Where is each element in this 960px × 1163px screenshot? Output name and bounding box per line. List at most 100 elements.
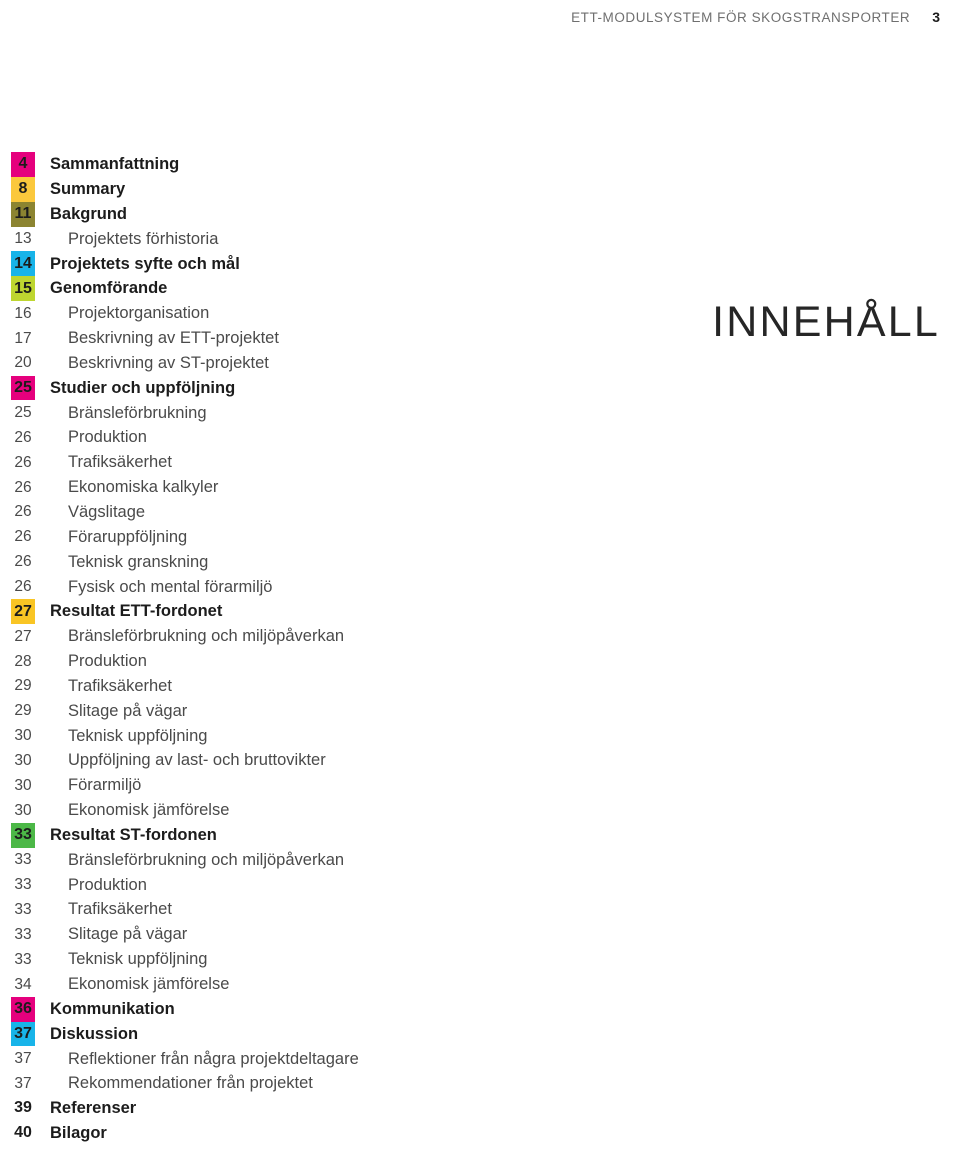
toc-entry-page-badge: 27: [0, 599, 46, 625]
toc-entry-page-number: 37: [14, 1074, 32, 1092]
toc-entry[interactable]: 29 Slitage på vägar: [0, 699, 600, 724]
table-of-contents: 4 Sammanfattning 8 Summary 11 Bakgrund 13 Proje…: [0, 152, 600, 1146]
toc-entry-label: Projektets syfte och mål: [50, 254, 240, 273]
toc-entry[interactable]: 28 Produktion: [0, 649, 600, 674]
toc-entry[interactable]: 30 Förarmiljö: [0, 773, 600, 798]
toc-entry[interactable]: 16 Projektorganisation: [0, 301, 600, 326]
toc-entry[interactable]: 33 Produktion: [0, 872, 600, 897]
toc-entry-page-number: 16: [14, 304, 32, 322]
toc-entry[interactable]: 4 Sammanfattning: [0, 152, 600, 177]
toc-entry[interactable]: 40 Bilagor: [0, 1121, 600, 1146]
toc-entry-label: Reflektioner från några projektdeltagare: [68, 1049, 359, 1068]
toc-entry[interactable]: 36 Kommunikation: [0, 996, 600, 1022]
toc-entry[interactable]: 26 Föraruppföljning: [0, 525, 600, 550]
toc-entry[interactable]: 33 Trafiksäkerhet: [0, 897, 600, 922]
toc-entry-page-number: 25: [14, 379, 32, 397]
toc-entry-label: Produktion: [68, 875, 147, 894]
toc-entry-label: Trafiksäkerhet: [68, 453, 172, 472]
toc-entry[interactable]: 33 Teknisk uppföljning: [0, 947, 600, 972]
toc-entry[interactable]: 30 Ekonomisk jämförelse: [0, 798, 600, 823]
toc-entry-label: Slitage på vägar: [68, 925, 188, 944]
toc-entry-label: Sammanfattning: [50, 155, 180, 174]
toc-entry-page-number: 13: [14, 230, 32, 248]
toc-entry-label: Diskussion: [50, 1024, 139, 1043]
toc-entry-page-number: 34: [14, 975, 32, 993]
toc-entry[interactable]: 26 Fysisk och mental förarmiljö: [0, 574, 600, 599]
toc-entry-page-number: 33: [14, 851, 32, 869]
toc-entry[interactable]: 26 Produktion: [0, 425, 600, 450]
toc-entry[interactable]: 20 Beskrivning av ST-projektet: [0, 351, 600, 376]
toc-entry-label: Projektorganisation: [68, 304, 210, 323]
toc-entry[interactable]: 26 Vägslitage: [0, 500, 600, 525]
toc-entry-label: Trafiksäkerhet: [68, 676, 172, 695]
toc-entry-label: Beskrivning av ETT-projektet: [68, 329, 279, 348]
toc-entry-label: Teknisk granskning: [68, 552, 209, 571]
toc-entry[interactable]: 30 Uppföljning av last- och bruttovikter: [0, 748, 600, 773]
toc-entry[interactable]: 26 Trafiksäkerhet: [0, 450, 600, 475]
toc-entry-page-badge: 4: [0, 152, 46, 177]
toc-entry-page-number: 26: [14, 578, 32, 596]
toc-entry[interactable]: 33 Slitage på vägar: [0, 922, 600, 947]
toc-entry-label: Genomförande: [50, 279, 168, 298]
toc-entry[interactable]: 26 Teknisk granskning: [0, 550, 600, 575]
toc-entry-page-number: 29: [14, 677, 32, 695]
toc-entry-page-number: 17: [14, 329, 32, 347]
toc-entry[interactable]: 39 Referenser: [0, 1096, 600, 1121]
toc-entry-label: Trafiksäkerhet: [68, 900, 172, 919]
toc-entry-page-badge: 25: [0, 375, 46, 401]
toc-entry[interactable]: 29 Trafiksäkerhet: [0, 674, 600, 699]
toc-entry[interactable]: 33 Bränsleförbrukning och miljöpåverkan: [0, 848, 600, 873]
toc-entry[interactable]: 37 Diskussion: [0, 1021, 600, 1047]
toc-entry-page-number: 26: [14, 553, 32, 571]
toc-entry-page-number: 40: [14, 1124, 32, 1142]
toc-entry[interactable]: 27 Bränsleförbrukning och miljöpåverkan: [0, 624, 600, 649]
toc-entry-label: Slitage på vägar: [68, 701, 188, 720]
toc-entry-label: Studier och uppföljning: [50, 378, 236, 397]
toc-entry-page-number: 39: [14, 1099, 32, 1117]
toc-entry-page-number: 26: [14, 428, 32, 446]
toc-entry-page-number: 33: [14, 950, 32, 968]
toc-entry[interactable]: 37 Reflektioner från några projektdeltaga…: [0, 1046, 600, 1071]
page-number: 3: [932, 9, 940, 25]
toc-entry[interactable]: 25 Studier och uppföljning: [0, 375, 600, 401]
toc-entry-label: Uppföljning av last- och bruttovikter: [68, 751, 326, 770]
toc-entry-label: Fysisk och mental förarmiljö: [68, 577, 273, 596]
toc-entry-page-number: 30: [14, 751, 32, 769]
toc-entry[interactable]: 11 Bakgrund: [0, 201, 600, 227]
toc-entry-page-badge: 15: [0, 276, 46, 302]
page-header: ETT-MODULSYSTEM FÖR SKOGSTRANSPORTER 3: [0, 0, 960, 34]
toc-entry-page-number: 26: [14, 453, 32, 471]
toc-entry-page-number: 33: [14, 876, 32, 894]
toc-entry-label: Vägslitage: [68, 502, 146, 521]
toc-entry[interactable]: 37 Rekommendationer från projektet: [0, 1071, 600, 1096]
toc-entry[interactable]: 26 Ekonomiska kalkyler: [0, 475, 600, 500]
toc-entry[interactable]: 15 Genomförande: [0, 276, 600, 302]
toc-entry[interactable]: 33 Resultat ST-fordonen: [0, 822, 600, 848]
toc-entry-page-number: 33: [14, 900, 32, 918]
toc-entry-label: Produktion: [68, 652, 147, 671]
toc-entry-label: Bränsleförbrukning och miljöpåverkan: [68, 627, 345, 646]
toc-entry[interactable]: 8 Summary: [0, 176, 600, 202]
toc-entry-label: Ekonomisk jämförelse: [68, 975, 230, 994]
toc-entry[interactable]: 30 Teknisk uppföljning: [0, 723, 600, 748]
toc-entry-page-number: 37: [14, 1024, 32, 1042]
toc-entry-label: Resultat ST-fordonen: [50, 825, 217, 844]
toc-entry[interactable]: 34 Ekonomisk jämförelse: [0, 972, 600, 997]
page-title: INNEHÅLL: [712, 298, 940, 346]
toc-entry-label: Projektets förhistoria: [68, 229, 219, 248]
toc-entry-page-number: 14: [14, 254, 32, 272]
toc-entry-page-number: 27: [14, 602, 32, 620]
toc-entry[interactable]: 27 Resultat ETT-fordonet: [0, 599, 600, 625]
toc-entry-label: Bakgrund: [50, 204, 128, 223]
toc-entry-page-badge: 11: [0, 201, 46, 227]
running-header-title: ETT-MODULSYSTEM FÖR SKOGSTRANSPORTER: [571, 9, 911, 25]
toc-entry[interactable]: 17 Beskrivning av ETT-projektet: [0, 326, 600, 351]
toc-entry[interactable]: 25 Bränsleförbrukning: [0, 400, 600, 425]
toc-entry-label: Summary: [50, 180, 126, 199]
toc-entry-label: Kommunikation: [50, 999, 175, 1018]
toc-entry-page-number: 26: [14, 528, 32, 546]
toc-entry[interactable]: 13 Projektets förhistoria: [0, 227, 600, 252]
toc-entry-label: Rekommendationer från projektet: [68, 1074, 313, 1093]
toc-entry-page-badge: 8: [0, 176, 46, 202]
toc-entry[interactable]: 14 Projektets syfte och mål: [0, 251, 600, 277]
